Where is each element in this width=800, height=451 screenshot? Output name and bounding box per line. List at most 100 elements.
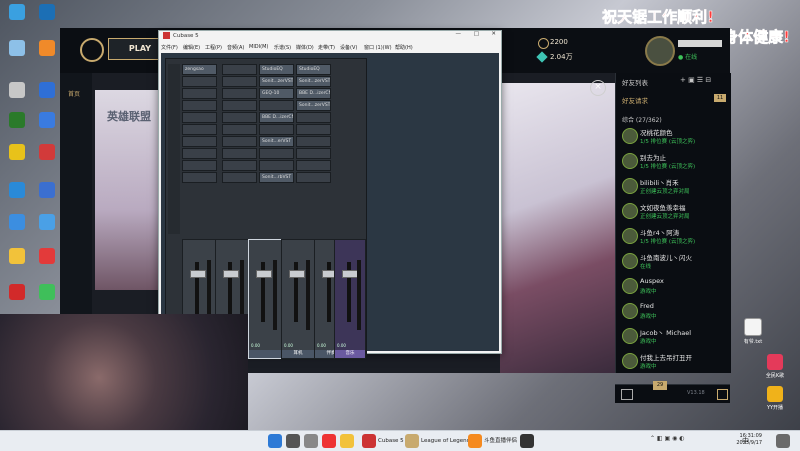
insert-slot[interactable]	[182, 88, 217, 99]
insert-slot[interactable]	[182, 100, 217, 111]
insert-slot[interactable]	[222, 76, 257, 87]
insert-slot[interactable]: GEQ-10	[259, 88, 294, 99]
desktop-icon[interactable]	[2, 214, 32, 232]
insert-slot[interactable]: Sonit...zerVST	[296, 76, 331, 87]
friend-group[interactable]: 综合 (27/362)	[622, 115, 662, 124]
insert-slot[interactable]	[296, 160, 331, 171]
desktop-icon[interactable]	[2, 112, 32, 130]
friend-row[interactable]: bilibili丶肖禾 正创建云顶之弈对局	[622, 175, 730, 199]
friend-row[interactable]: Fred 游戏中	[622, 300, 730, 324]
friend-row[interactable]: 斗鱼r4丶阿涛 1/5 排位赛 (云顶之弈)	[622, 225, 730, 249]
desktop-icon[interactable]	[2, 40, 32, 58]
desktop-icon[interactable]	[32, 82, 62, 100]
friend-row[interactable]: 别去为止 1/5 排位赛 (云顶之弈)	[622, 150, 730, 174]
insert-slot[interactable]: BBE D...izerCN	[259, 112, 294, 123]
insert-slot[interactable]	[182, 172, 217, 183]
insert-slot[interactable]	[182, 136, 217, 147]
menu-window[interactable]: 窗口 (1)(W)	[364, 44, 392, 51]
home-tab[interactable]: 首页	[68, 89, 80, 98]
desktop-icon[interactable]: YY开播	[760, 386, 790, 411]
friend-requests[interactable]: 好友请求	[622, 95, 648, 105]
desktop-icon[interactable]: 全民K歌	[760, 354, 790, 379]
menu-midi[interactable]: MIDI(M)	[249, 44, 268, 50]
insert-slot[interactable]	[259, 148, 294, 159]
insert-slot[interactable]	[182, 124, 217, 135]
desktop-icon[interactable]	[2, 4, 32, 22]
desktop-icon[interactable]	[32, 248, 62, 266]
cubase-taskbar-icon[interactable]	[362, 434, 376, 448]
friend-row[interactable]: 文如夜鱼羡幸福 正创建云顶之弈对局	[622, 200, 730, 224]
friend-row[interactable]: 况桃花颜色 1/5 排位赛 (云顶之弈)	[622, 125, 730, 149]
insert-slot[interactable]	[296, 148, 331, 159]
menu-project[interactable]: 工程(P)	[205, 44, 222, 51]
menu-score[interactable]: 乐谱(S)	[274, 44, 291, 51]
insert-slot[interactable]: Sonit...zerVST	[259, 76, 294, 87]
friend-row[interactable]: Jacob丶 Michael 游戏中	[622, 325, 730, 349]
insert-slot[interactable]	[296, 112, 331, 123]
start-icon[interactable]	[268, 434, 282, 448]
desktop-icon[interactable]	[2, 144, 32, 162]
insert-slot[interactable]	[182, 148, 217, 159]
insert-slot[interactable]: zengsao	[182, 64, 217, 75]
insert-slot[interactable]	[259, 160, 294, 171]
friend-row[interactable]: 斗鱼南波儿丶闪火 在线	[622, 250, 730, 274]
insert-slot[interactable]	[222, 64, 257, 75]
menu-edit[interactable]: 编辑(E)	[183, 44, 200, 51]
insert-slot[interactable]: BBE D...izerCN	[296, 88, 331, 99]
close-button[interactable]: ✕	[491, 31, 496, 37]
insert-slot[interactable]	[222, 148, 257, 159]
insert-slot[interactable]	[222, 100, 257, 111]
wps-icon[interactable]	[322, 434, 336, 448]
desktop-icon[interactable]	[2, 182, 32, 200]
maximize-button[interactable]: □	[474, 31, 479, 37]
menu-help[interactable]: 帮助(H)	[395, 44, 413, 51]
fader-handle[interactable]	[289, 270, 305, 278]
folder-icon[interactable]	[340, 434, 354, 448]
desktop-icon[interactable]	[32, 112, 62, 130]
friend-row[interactable]: Auspex 游戏中	[622, 275, 730, 299]
fader-handle[interactable]	[342, 270, 358, 278]
desktop-icon[interactable]	[2, 284, 32, 302]
lol-taskbar-icon[interactable]	[405, 434, 419, 448]
insert-slot[interactable]	[259, 100, 294, 111]
insert-slot[interactable]	[222, 160, 257, 171]
desktop-icon[interactable]	[32, 182, 62, 200]
insert-slot[interactable]	[296, 136, 331, 147]
minimize-button[interactable]: —	[456, 31, 462, 37]
profile-avatar[interactable]	[645, 36, 675, 66]
search-icon[interactable]	[286, 434, 300, 448]
insert-slot[interactable]	[296, 172, 331, 183]
chat-icon[interactable]	[621, 389, 633, 400]
menu-media[interactable]: 媒体(D)	[296, 44, 314, 51]
add-friend-icon[interactable]: + ▣ ☰ ⊟	[680, 76, 711, 84]
clock[interactable]: 16:31:09 2023/9/17	[736, 433, 762, 447]
insert-slot[interactable]	[222, 112, 257, 123]
insert-slot[interactable]	[259, 124, 294, 135]
fader-handle[interactable]	[190, 270, 206, 278]
insert-slot[interactable]	[182, 112, 217, 123]
menu-file[interactable]: 文件(F)	[161, 44, 178, 51]
douyu-taskbar-icon[interactable]	[468, 434, 482, 448]
desktop-icon[interactable]: 有爷.txt	[738, 318, 768, 345]
insert-slot[interactable]	[222, 88, 257, 99]
menu-audio[interactable]: 音频(A)	[227, 44, 244, 51]
help-icon[interactable]	[717, 389, 728, 400]
insert-slot[interactable]	[182, 76, 217, 87]
insert-slot[interactable]	[296, 124, 331, 135]
insert-slot[interactable]	[222, 124, 257, 135]
close-icon[interactable]: ×	[590, 80, 606, 96]
insert-slot[interactable]: Sonit...zerVST	[296, 100, 331, 111]
insert-slot[interactable]: Sonit...rbVST	[259, 172, 294, 183]
fader-handle[interactable]	[223, 270, 239, 278]
insert-slot[interactable]: StudioEQ	[296, 64, 331, 75]
menu-devices[interactable]: 设备(V)	[340, 44, 357, 51]
taskbar-app-douyu[interactable]: 斗鱼直播伴侣	[484, 434, 517, 448]
taskbar-app-lol[interactable]: League of Legends	[421, 434, 473, 448]
insert-slot[interactable]	[222, 136, 257, 147]
desktop-icon[interactable]	[32, 284, 62, 302]
friend-row[interactable]: 付我上去吊打丑开 游戏中	[622, 350, 730, 374]
menu-transport[interactable]: 走带(T)	[318, 44, 335, 51]
app-icon[interactable]	[520, 434, 534, 448]
desktop-icon[interactable]	[32, 4, 62, 22]
task-view-icon[interactable]	[304, 434, 318, 448]
